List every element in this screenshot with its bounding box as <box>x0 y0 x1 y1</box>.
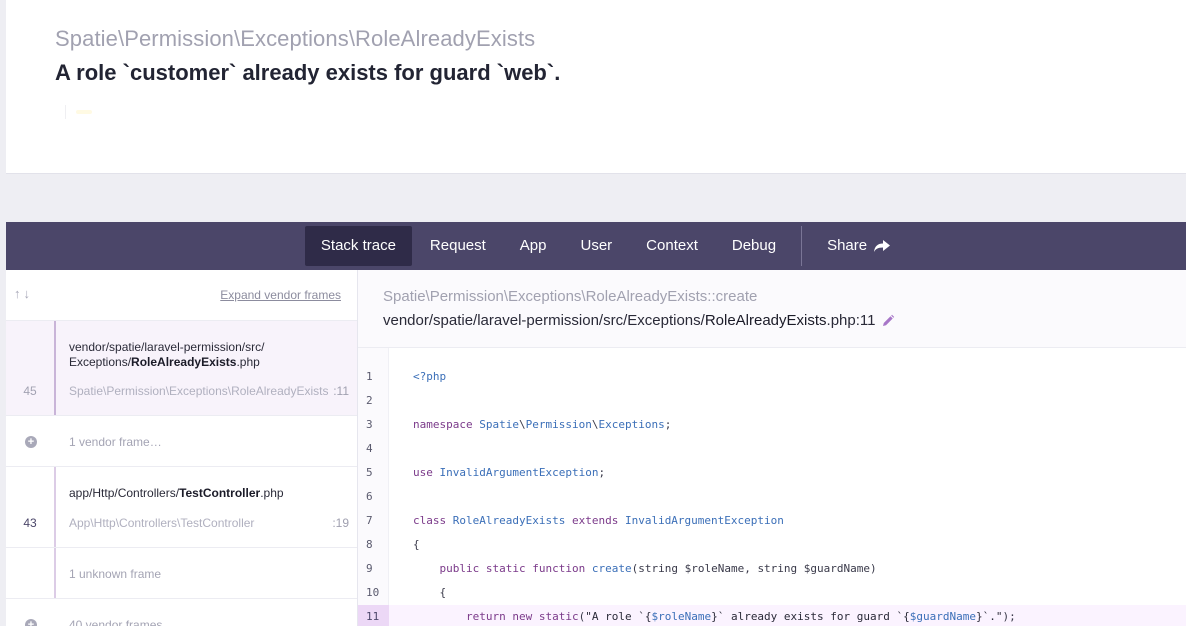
frame-navigation-arrows-icon[interactable]: ↑↓ <box>14 286 33 301</box>
exception-class: Spatie\Permission\Exceptions\RoleAlready… <box>55 26 536 51</box>
tab-stack-trace[interactable]: Stack trace <box>304 226 412 266</box>
code-text: return new static("A role `{$roleName}` … <box>465 610 1016 623</box>
code-viewer: Spatie\Permission\Exceptions\RoleAlready… <box>358 270 1186 626</box>
share-icon <box>874 240 891 252</box>
code-text: public static function create(string $ro… <box>439 562 877 575</box>
code-line: 6 <box>358 485 1186 509</box>
frame-file-name: TestController <box>179 486 261 500</box>
frame-gutter <box>54 321 56 415</box>
collapsed-vendor-frames[interactable]: + 40 vendor frames… <box>6 599 357 626</box>
line-number: 9 <box>366 562 373 575</box>
code-class-method: Spatie\Permission\Exceptions\RoleAlready… <box>383 288 758 305</box>
line-number: 1 <box>366 370 373 383</box>
line-number: 11 <box>358 605 389 626</box>
code-text: { <box>413 538 420 551</box>
frame-item-selected[interactable]: vendor/spatie/laravel-permission/src/ Ex… <box>6 321 357 416</box>
code-line: 5 use InvalidArgumentException; <box>358 461 1186 485</box>
code-text: namespace Spatie\Permission\Exceptions; <box>413 418 672 431</box>
frame-gutter <box>54 548 56 598</box>
code-file-path[interactable]: vendor/spatie/laravel-permission/src/Exc… <box>383 312 895 329</box>
line-number: 6 <box>366 490 373 503</box>
code-line: 8 { <box>358 533 1186 557</box>
tab-debug[interactable]: Debug <box>716 226 792 266</box>
code-line: 7 class RoleAlreadyExists extends Invali… <box>358 509 1186 533</box>
line-number: 2 <box>366 394 373 407</box>
meta-divider <box>65 105 66 119</box>
code-text: use InvalidArgumentException; <box>413 466 606 479</box>
expand-vendor-frames-link[interactable]: Expand vendor frames <box>220 288 341 302</box>
share-label: Share <box>827 237 868 254</box>
code-file-name: RoleAlreadyExists <box>704 312 827 329</box>
line-number: 7 <box>366 514 373 527</box>
frame-class: App\Http\Controllers\TestController <box>69 516 255 530</box>
frame-file-ext: .php <box>236 355 260 369</box>
code-text: { <box>413 586 447 599</box>
tab-bar: Stack trace Request App User Context Deb… <box>6 222 1186 270</box>
line-number: 5 <box>366 466 373 479</box>
tab-request[interactable]: Request <box>414 226 502 266</box>
frame-number: 45 <box>23 384 37 398</box>
code-line: 9 public static function create(string $… <box>358 557 1186 581</box>
frame-number: 43 <box>23 516 37 530</box>
code-text: class RoleAlreadyExists extends InvalidA… <box>413 514 784 527</box>
tab-context[interactable]: Context <box>630 226 714 266</box>
code-line: 2 <box>358 389 1186 413</box>
collapsed-frames-label: 1 vendor frame… <box>69 435 162 449</box>
code-header: Spatie\Permission\Exceptions\RoleAlready… <box>358 270 1186 348</box>
frame-line-number: :11 <box>333 384 349 398</box>
code-line: 10 { <box>358 581 1186 605</box>
code-file-prefix: vendor/spatie/laravel-permission/src/Exc… <box>383 312 705 329</box>
code-line: 1 <?php <box>358 365 1186 389</box>
meta-row <box>55 102 92 122</box>
line-number: 10 <box>366 586 380 599</box>
share-button[interactable]: Share <box>811 226 907 266</box>
line-number: 4 <box>366 442 373 455</box>
code-line-highlighted: 11 return new static("A role `{$roleName… <box>358 605 1186 626</box>
frames-header: ↑↓ Expand vendor frames <box>6 270 357 321</box>
code-listing: 1 <?php 2 3 namespace Spatie\Permission\… <box>358 348 1186 626</box>
edit-pencil-icon[interactable] <box>881 314 895 328</box>
collapsed-vendor-frames[interactable]: + 1 vendor frame… <box>6 416 357 467</box>
frame-path-prefix2: Exceptions/ <box>69 355 132 369</box>
code-line: 3 namespace Spatie\Permission\Exceptions… <box>358 413 1186 437</box>
meta-badge <box>76 110 92 114</box>
stack-trace-panel: ↑↓ Expand vendor frames vendor/spatie/la… <box>6 270 1186 626</box>
frame-line-number: :19 <box>332 516 349 530</box>
unknown-frame[interactable]: 1 unknown frame <box>6 548 357 599</box>
code-text: <?php <box>413 370 447 383</box>
frame-path-prefix: vendor/spatie/laravel-permission/src/ <box>69 340 265 354</box>
frame-file-path: app/Http/Controllers/TestController.php <box>69 486 284 501</box>
line-number: 8 <box>366 538 373 551</box>
frame-file-name: RoleAlreadyExists <box>131 355 237 369</box>
unknown-frame-label: 1 unknown frame <box>69 567 162 581</box>
frames-list: ↑↓ Expand vendor frames vendor/spatie/la… <box>6 270 358 626</box>
expand-plus-icon[interactable]: + <box>25 619 37 626</box>
expand-plus-icon[interactable]: + <box>25 436 37 448</box>
code-file-suffix: .php:11 <box>826 312 876 329</box>
frame-gutter <box>54 467 56 547</box>
frame-item[interactable]: app/Http/Controllers/TestController.php … <box>6 467 357 548</box>
line-number: 3 <box>366 418 373 431</box>
tab-user[interactable]: User <box>565 226 629 266</box>
exception-message: A role `customer` already exists for gua… <box>55 60 561 85</box>
frame-class: Spatie\Permission\Exceptions\RoleAlready… <box>69 384 329 398</box>
frame-file-path: vendor/spatie/laravel-permission/src/ Ex… <box>69 340 264 370</box>
collapsed-frames-label: 40 vendor frames… <box>69 618 175 626</box>
error-header: Spatie\Permission\Exceptions\RoleAlready… <box>6 0 1186 174</box>
tab-divider <box>801 226 803 266</box>
frame-path-prefix: app/Http/Controllers/ <box>69 486 180 500</box>
frame-file-ext: .php <box>260 486 284 500</box>
tab-app[interactable]: App <box>504 226 563 266</box>
code-line: 4 <box>358 437 1186 461</box>
